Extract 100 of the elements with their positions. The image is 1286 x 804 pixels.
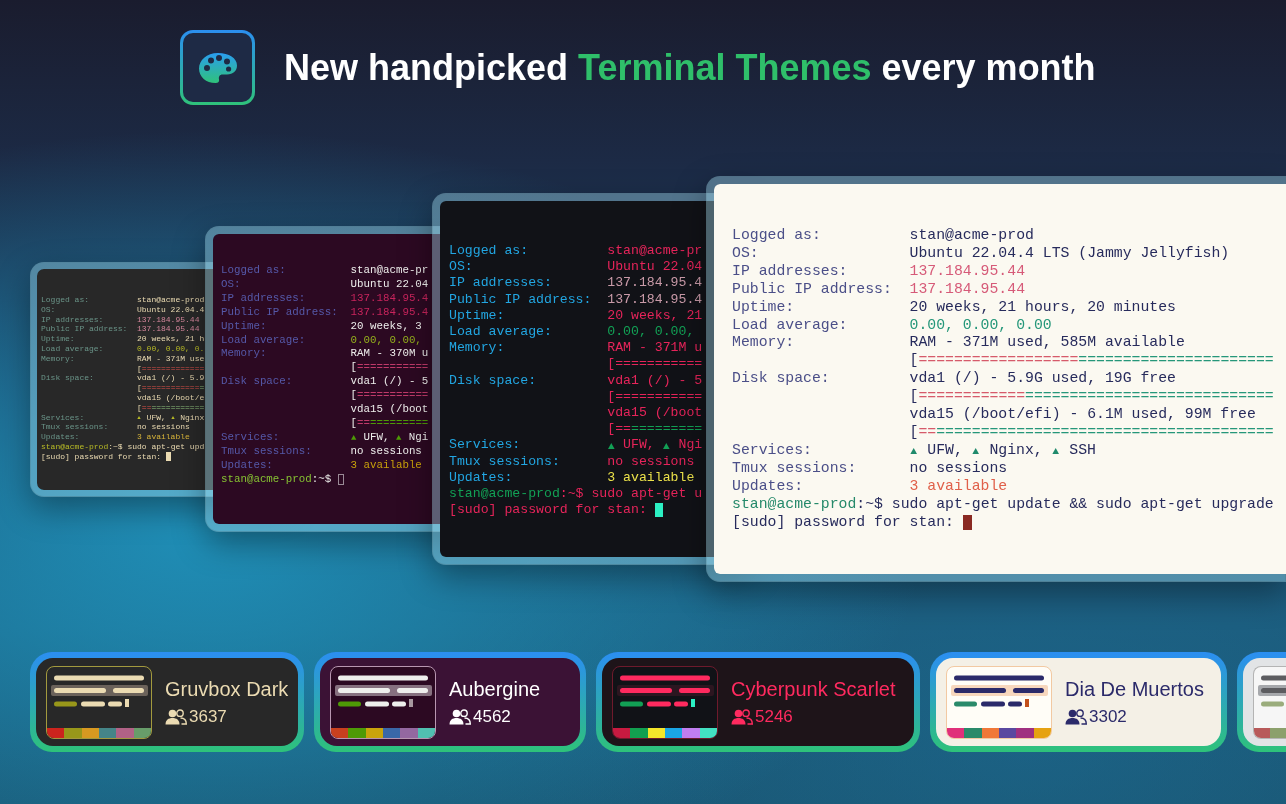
terminal-label: Updates: bbox=[449, 469, 514, 487]
terminal-label: Load average: bbox=[221, 333, 307, 348]
terminal-label: Services: bbox=[41, 412, 86, 423]
terminal-value: 20 weeks, 21 hours, 20 minutes bbox=[909, 298, 1176, 317]
terminal-label: Disk space: bbox=[449, 372, 538, 389]
theme-card[interactable] bbox=[1237, 652, 1286, 752]
user-count: 5246 bbox=[755, 706, 793, 728]
usage-bar-text: [============= bbox=[137, 402, 205, 413]
terminal-value: 20 weeks, 3 bbox=[350, 319, 422, 334]
terminal-value: 137.184.95.4 bbox=[607, 275, 703, 292]
terminal-value: 20 weeks, 21 bbox=[607, 307, 703, 324]
palette-icon bbox=[180, 30, 255, 105]
command-prompt: stan@acme-prod:~$ sudo apt-get u bbox=[449, 486, 703, 503]
theme-card[interactable]: Aubergine 4562 bbox=[314, 652, 586, 752]
terminal-value: 3 available bbox=[607, 469, 695, 487]
terminal-value: 0.00, 0.00, 0. bbox=[137, 344, 205, 354]
terminal-label: Disk space: bbox=[732, 370, 831, 389]
terminal-label: Logged as: bbox=[449, 243, 530, 260]
terminal-value: vda1 (/) - 5.9 bbox=[137, 373, 205, 384]
theme-card[interactable]: Dia De Muertos 3302 bbox=[930, 652, 1227, 752]
usage-bar-text: [=========== bbox=[350, 361, 429, 376]
terminal-value: vda15 (/boot bbox=[607, 405, 703, 422]
theme-card[interactable]: Cyberpunk Scarlet 5246 bbox=[596, 652, 920, 752]
users-icon bbox=[449, 709, 471, 725]
terminal-label: Public IP address: bbox=[221, 305, 339, 320]
terminal-label: Updates: bbox=[221, 458, 274, 473]
terminal-value: 0.00, 0.00, 0.00 bbox=[909, 316, 1052, 335]
terminal-value: 20 weeks, 21 h bbox=[137, 334, 205, 344]
terminal-label: Memory: bbox=[449, 340, 506, 357]
users-icon bbox=[165, 709, 187, 725]
terminal-label: Memory: bbox=[732, 334, 796, 353]
terminal-value: stan@acme-pr bbox=[350, 264, 429, 278]
terminal-value: 137.184.95.44 bbox=[909, 262, 1025, 281]
terminal-value: 137.184.95.4 bbox=[350, 305, 429, 320]
terminal-value: 3 available bbox=[350, 458, 422, 473]
terminal-label: Load average: bbox=[732, 316, 849, 335]
headline: New handpicked Terminal Themes every month bbox=[284, 45, 1096, 90]
theme-name: Aubergine bbox=[449, 677, 541, 702]
terminal-label: Services: bbox=[732, 441, 813, 460]
usage-bar-text: [======================================== bbox=[909, 352, 1274, 371]
terminal-label: Uptime: bbox=[41, 334, 76, 344]
terminal-label: Memory: bbox=[221, 347, 268, 362]
service-name: Nginx bbox=[180, 412, 205, 423]
terminal-value: vda15 (/boot bbox=[350, 403, 429, 417]
terminal-label: Uptime: bbox=[221, 319, 268, 334]
theme-card[interactable]: Gruvbox Dark 3637 bbox=[30, 652, 304, 752]
usage-bar-text: [=========== bbox=[607, 388, 703, 406]
terminal-label: Logged as: bbox=[221, 264, 287, 278]
terminal-value: 3 available bbox=[909, 477, 1008, 496]
terminal-value: RAM - 371M use bbox=[137, 353, 205, 364]
theme-name: Gruvbox Dark bbox=[165, 677, 289, 702]
terminal-value: Ubuntu 22.04 bbox=[607, 259, 703, 276]
terminal-value: 137.184.95.44 bbox=[137, 314, 200, 325]
user-count: 4562 bbox=[473, 706, 511, 728]
terminal-value: RAM - 371M u bbox=[607, 340, 703, 357]
password-prompt: [sudo] password for stan: bbox=[41, 451, 162, 462]
theme-name: Dia De Muertos bbox=[1065, 677, 1204, 702]
terminal-label: IP addresses: bbox=[449, 275, 553, 292]
terminal-label: Updates: bbox=[41, 432, 81, 442]
usage-bar-text: [=========== bbox=[607, 421, 703, 438]
terminal-label: Tmux sessions: bbox=[449, 453, 561, 470]
command-prompt: stan@acme-prod:~$ sudo apt-get upd bbox=[41, 441, 205, 452]
terminal-value: vda15 (/boot/efi) - 6.1M used, 99M free bbox=[909, 406, 1256, 424]
usage-bar-text: [======================================== bbox=[909, 388, 1274, 407]
terminal-label: Services: bbox=[449, 437, 522, 454]
service-name: Ngi bbox=[408, 430, 429, 445]
terminal-value: vda15 (/boot/e bbox=[137, 392, 205, 403]
terminal-label: Updates: bbox=[732, 477, 805, 496]
terminal-value: no sessions bbox=[607, 453, 695, 470]
password-prompt: [sudo] password for stan: bbox=[449, 502, 647, 519]
terminal-label: Public IP address: bbox=[732, 280, 893, 299]
terminal-label: Memory: bbox=[41, 353, 76, 364]
terminal-value: stan@acme-prod bbox=[909, 227, 1034, 245]
usage-bar-text: [======================================== bbox=[909, 423, 1274, 442]
terminal-value: Ubuntu 22.04 bbox=[350, 277, 429, 292]
terminal-label: Load average: bbox=[41, 344, 105, 354]
terminal-value: 137.184.95.44 bbox=[137, 324, 200, 335]
terminal-value: Ubuntu 22.04.4 bbox=[137, 304, 205, 315]
terminal-label: Tmux sessions: bbox=[41, 422, 110, 433]
command-prompt: stan@acme-prod:~$ bbox=[221, 472, 332, 487]
terminal-value: vda1 (/) - 5 bbox=[350, 375, 429, 390]
terminal-label: Load average: bbox=[449, 324, 553, 341]
terminal-value: 137.184.95.44 bbox=[909, 280, 1025, 299]
theme-name: Cyberpunk Scarlet bbox=[731, 677, 896, 702]
terminal-label: Tmux sessions: bbox=[732, 459, 858, 478]
terminal-label: Logged as: bbox=[732, 227, 822, 245]
usage-bar-text: [=========== bbox=[350, 389, 429, 404]
terminal-label: Public IP address: bbox=[41, 324, 129, 335]
terminal-value: stan@acme-pr bbox=[607, 243, 703, 260]
terminal-label: IP addresses: bbox=[732, 262, 849, 281]
service-name: UFW, bbox=[363, 430, 390, 445]
terminal-label: Services: bbox=[221, 430, 281, 445]
terminal-label: Public IP address: bbox=[449, 291, 593, 308]
user-count: 3302 bbox=[1089, 706, 1127, 728]
terminal-value: 0.00, 0.00, bbox=[607, 324, 695, 341]
terminal-label: Uptime: bbox=[732, 298, 796, 317]
user-count: 3637 bbox=[189, 706, 227, 728]
terminal-value: vda1 (/) - 5.9G used, 19G free bbox=[909, 370, 1176, 389]
terminal-label: IP addresses: bbox=[221, 291, 307, 306]
terminal-value: 137.184.95.4 bbox=[350, 291, 429, 306]
